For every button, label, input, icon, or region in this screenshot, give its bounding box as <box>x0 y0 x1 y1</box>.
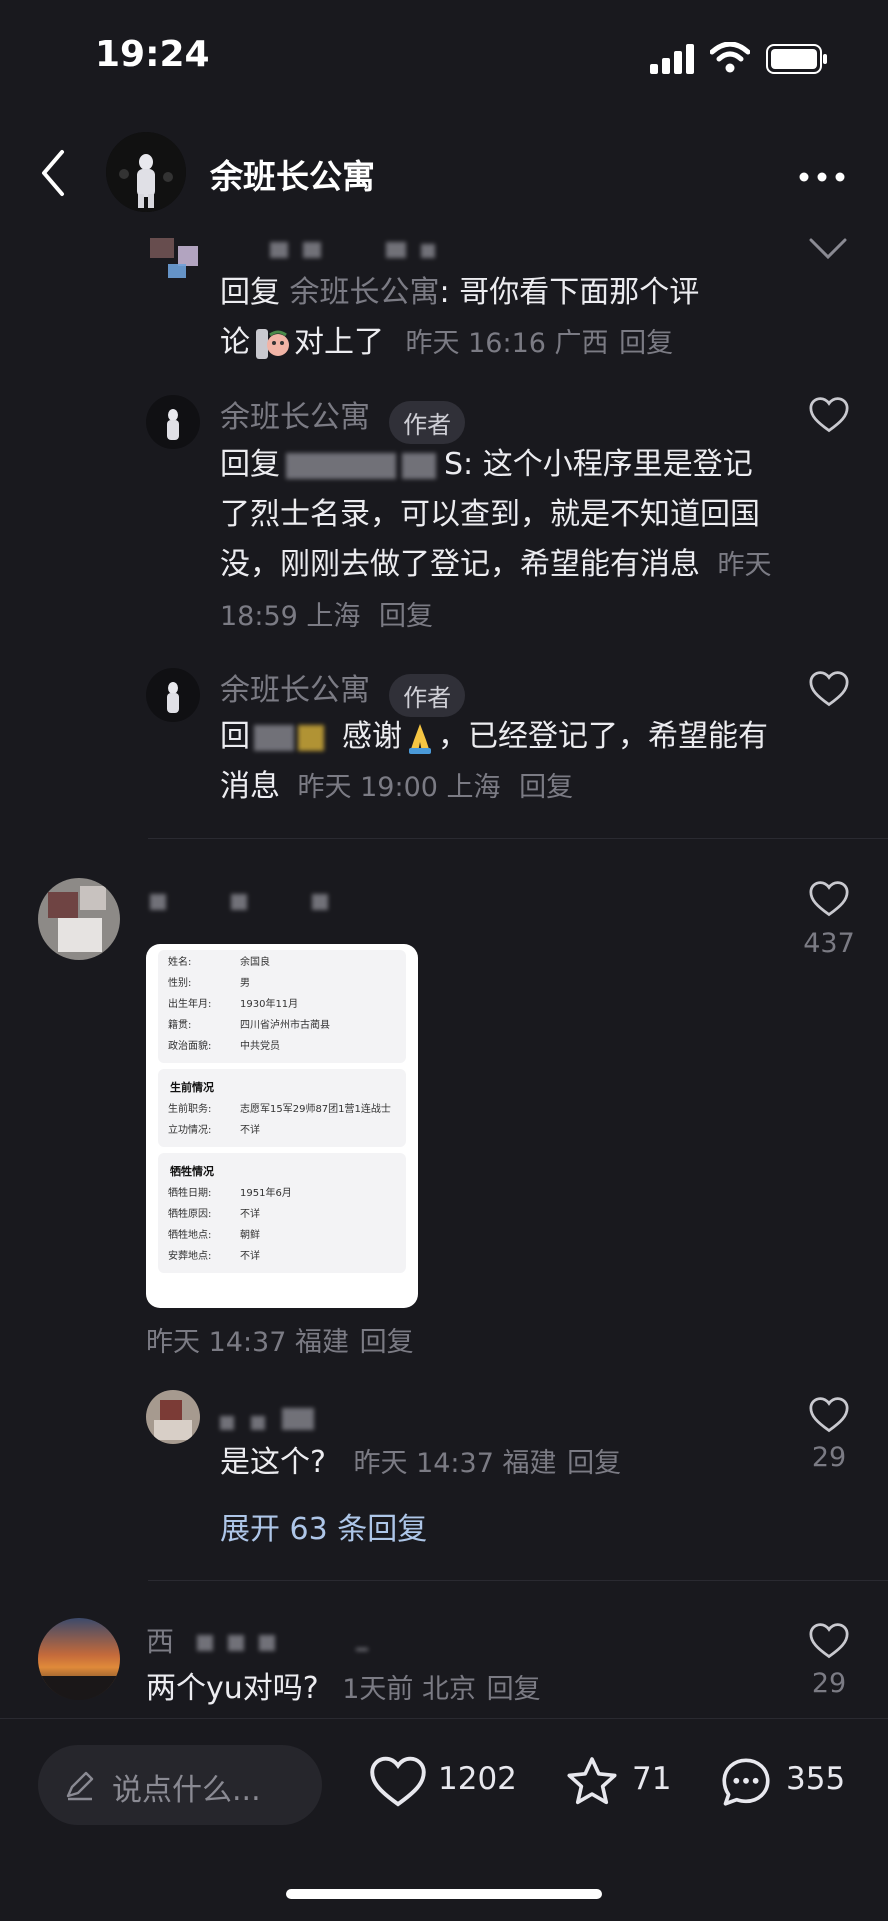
sub-reply-username-blurred <box>220 1408 315 1434</box>
battery-icon <box>766 44 828 78</box>
last-comment-location: 北京 <box>422 1674 477 1705</box>
sub-reply-like-count: 29 <box>811 1442 847 1473</box>
last-comment-name-char: 西 <box>146 1625 175 1658</box>
comment-like-icon[interactable] <box>808 880 850 918</box>
header-avatar[interactable] <box>106 132 186 212</box>
sub-reply-body: 是这个? 昨天 14:37 福建 回复 <box>220 1438 621 1489</box>
comment-reply-button[interactable]: 回复 <box>360 1327 414 1358</box>
sub-reply-location: 福建 <box>502 1448 557 1479</box>
last-comment-text: 两个yu对吗? <box>146 1671 319 1706</box>
reply-2-suffix: S <box>444 447 464 482</box>
reply-1-reply-button[interactable]: 回复 <box>619 328 673 359</box>
reply-2-like-icon[interactable] <box>808 396 850 434</box>
last-comment-username: 西 <box>146 1620 369 1660</box>
home-indicator <box>286 1889 602 1899</box>
card-section-life: 生前情况 生前职务: 志愿军15军29师87团1营1连战士 立功情况: 不详 <box>158 1069 406 1147</box>
more-options-icon[interactable] <box>798 168 846 187</box>
pencil-icon <box>64 1769 96 1805</box>
reply-3-like-icon[interactable] <box>808 670 850 708</box>
status-time: 19:24 <box>95 34 210 75</box>
sticker-emoji-icon <box>254 327 290 361</box>
comment-like-count: 437 <box>803 928 855 959</box>
last-comment-body: 两个yu对吗? 1天前 北京 回复 <box>146 1664 541 1715</box>
reply-2-author[interactable]: 余班长公寓 <box>220 400 370 435</box>
reply-2-user-blurred <box>286 452 396 479</box>
like-count: 1202 <box>438 1761 517 1797</box>
last-comment-like-count: 29 <box>811 1668 847 1699</box>
header-title[interactable]: 余班长公寓 <box>210 150 375 198</box>
reply-1-reply-to[interactable]: 余班长公寓 <box>290 275 440 310</box>
chevron-down-icon[interactable] <box>808 236 848 266</box>
star-count: 71 <box>632 1761 672 1797</box>
sub-reply-avatar[interactable] <box>146 1390 200 1444</box>
comment-time: 昨天 14:37 <box>146 1327 287 1358</box>
sub-reply-like-icon[interactable] <box>808 1396 850 1434</box>
heart-icon <box>370 1756 426 1807</box>
reply-3-body: 回感谢 ，已经登记了，希望能有消息 昨天 19:00 上海 回复 <box>220 712 780 813</box>
sub-reply-text: 是这个? <box>220 1445 326 1480</box>
reply-2-location: 上海 <box>306 601 361 632</box>
comment-meta: 昨天 14:37 福建 回复 <box>146 1320 414 1359</box>
comment-input-placeholder: 说点什么... <box>112 1773 261 1808</box>
reply-1-time: 昨天 16:16 <box>405 328 546 359</box>
reply-2-prefix: 回复 <box>220 447 280 482</box>
reply-1-location: 广西 <box>554 328 609 359</box>
author-badge: 作者 <box>389 674 466 717</box>
comment-count: 355 <box>786 1761 846 1797</box>
sub-reply-time: 昨天 14:37 <box>353 1448 494 1479</box>
reply-3-user-blurred <box>254 724 294 751</box>
status-bar: 19:24 <box>0 0 888 110</box>
back-icon[interactable] <box>38 148 68 202</box>
reply-2-avatar[interactable] <box>146 395 200 449</box>
last-comment-avatar[interactable] <box>38 1618 120 1700</box>
reply-3-prefix: 回 <box>220 719 250 754</box>
card-section-sacrifice: 牺牲情况 牺牲日期: 1951年6月 牺牲原因: 不详 牺牲地点: 朝鲜 安葬地点: 不… <box>158 1153 406 1273</box>
reply-1-prefix: 回复 <box>220 275 280 310</box>
reply-1-text-c: 对上了 <box>294 325 384 360</box>
card-section-basic: 姓名: 余国良 性别: 男 出生年月: 1930年11月 籍贯: 四川省泸州市古蔺县 政… <box>158 950 406 1063</box>
last-comment-time: 1天前 <box>342 1674 414 1705</box>
reply-3-avatar[interactable] <box>146 668 200 722</box>
divider <box>148 838 888 839</box>
last-comment-like-icon[interactable] <box>808 1622 850 1660</box>
bottom-bar: 说点什么... 1202 71 355 <box>0 1718 888 1921</box>
reply-2-body: 回复 S: 这个小程序里是登记了烈士名录，可以查到，就是不知道回国没，刚刚去做了登… <box>220 440 780 642</box>
reply-3-text-a: 感谢 <box>342 719 402 754</box>
star-icon <box>567 1757 617 1805</box>
comment-image[interactable]: 姓名: 余国良 性别: 男 出生年月: 1930年11月 籍贯: 四川省泸州市古蔺县 政… <box>146 944 418 1308</box>
reply-1-text-a: : 哥你看下面那个评 <box>439 275 700 310</box>
comment-location: 福建 <box>295 1327 349 1358</box>
reply-2-header: 余班长公寓 作者 <box>220 392 466 444</box>
wifi-icon <box>709 41 751 78</box>
signal-icon <box>650 44 696 78</box>
pray-emoji-icon <box>402 720 438 756</box>
reply-3-reply-button[interactable]: 回复 <box>519 772 573 803</box>
comment-input[interactable]: 说点什么... <box>38 1745 322 1825</box>
reply-1-text-b: 论 <box>220 325 250 360</box>
reply-3-header: 余班长公寓 作者 <box>220 665 466 717</box>
reply-3-author[interactable]: 余班长公寓 <box>220 673 370 708</box>
comment-username-blurred <box>150 894 329 914</box>
author-badge: 作者 <box>389 401 466 444</box>
reply-3-location: 上海 <box>446 772 501 803</box>
expand-replies-button[interactable]: 展开 63 条回复 <box>220 1504 427 1548</box>
reply-1-username-blurred <box>270 242 436 262</box>
last-comment-reply-button[interactable]: 回复 <box>487 1674 541 1705</box>
reply-2-reply-button[interactable]: 回复 <box>379 601 433 632</box>
reply-3-time: 昨天 19:00 <box>297 772 438 803</box>
sub-reply-reply-button[interactable]: 回复 <box>567 1448 621 1479</box>
chat-bubble-icon <box>722 1758 770 1806</box>
divider <box>148 1580 888 1581</box>
comment-avatar[interactable] <box>38 878 120 960</box>
reply-1-avatar[interactable] <box>150 238 212 280</box>
reply-1-body: 回复 余班长公寓: 哥你看下面那个评 论 对上了 昨天 16:16 广西 回复 <box>220 268 780 369</box>
